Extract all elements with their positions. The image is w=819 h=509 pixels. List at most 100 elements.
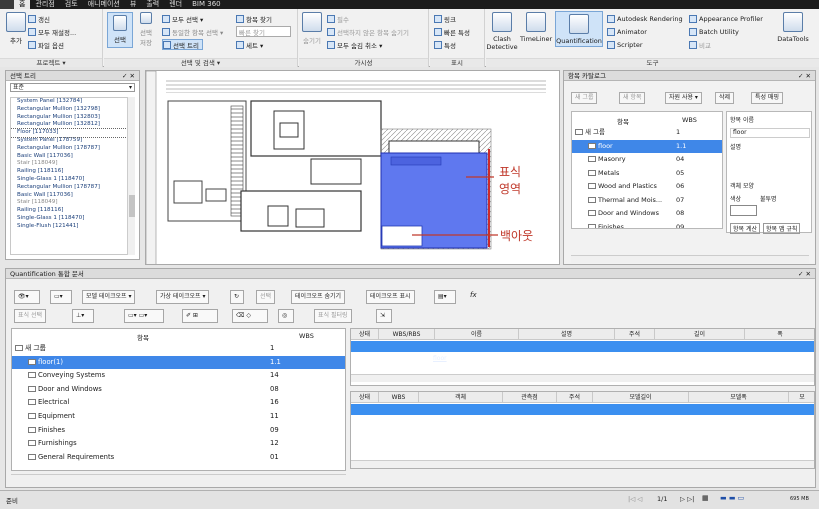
quant-row[interactable]: 새 그룹 1 [12, 342, 345, 356]
column-header[interactable]: 이름 [435, 329, 519, 340]
tree-item[interactable]: Rectangular Mullion [132812] [11, 121, 127, 129]
catalog-row[interactable]: floor 1.1 [572, 139, 722, 153]
item-name-input[interactable]: floor [730, 128, 810, 138]
takeoff-detail-table[interactable]: 상태 WBS 객체 관측점 주석 모델길이 모델폭 모 1.1.1 (이름 없음) ◘ [350, 391, 815, 469]
markup-line-button[interactable]: ⊥▾ [72, 309, 94, 323]
catalog-row[interactable]: Wood and Plastics 06 [572, 180, 722, 194]
panel-close-icon[interactable]: ✓ ✕ [798, 71, 811, 81]
takeoff-summary-table[interactable]: 상태 WBS/RBS 이름 설명 주석 길이 폭 1.1 floor 0.000 m 0.0… [350, 328, 815, 386]
use-resources-button[interactable]: 자원 사용 ▾ [665, 92, 702, 104]
tree-item[interactable]: Railing [118116] [11, 207, 127, 215]
show-takeoff-button[interactable]: 테이크오프 표시 [366, 290, 415, 304]
column-header[interactable]: WBS/RBS [379, 329, 435, 340]
catalog-tree[interactable]: 항목 WBS 새 그룹 1 floor 1.1 Masonry 04 Metals 05 Woo… [571, 111, 723, 229]
required-button[interactable]: 필수 [327, 13, 349, 24]
scripter-button[interactable]: Scripter [607, 39, 643, 50]
view-dropdown[interactable]: ▭▾ [50, 290, 72, 304]
color-swatch[interactable] [730, 205, 757, 216]
tab-review[interactable]: 검토 [60, 0, 83, 9]
column-header[interactable]: WBS [379, 392, 419, 403]
project-group-label[interactable]: 프로젝트 ▾ [0, 58, 102, 67]
refresh-takeoff-button[interactable]: ↻ [230, 290, 244, 304]
compare-button[interactable]: 비교 [689, 39, 711, 50]
tree-item[interactable]: Stair [118049] [11, 199, 127, 207]
column-header[interactable]: 주석 [557, 392, 593, 403]
markup-area-button[interactable]: ▭▾ ▭▾ [124, 309, 164, 323]
scrollbar-thumb[interactable] [129, 195, 135, 217]
tree-item[interactable]: Rectangular Mullion [132798] [11, 106, 127, 114]
row-name-link[interactable]: floor [433, 353, 447, 364]
tab-render[interactable]: 렌더 [164, 0, 187, 9]
tree-item[interactable]: System Panel [132784] [11, 98, 127, 106]
markup-tools-button[interactable]: ✐ ⊞ [182, 309, 218, 323]
column-header[interactable]: 모델길이 [593, 392, 689, 403]
quant-item-tree[interactable]: 항목 WBS 새 그룹 1 floor(1) 1.1 Conveying Systems… [11, 328, 346, 471]
column-header[interactable]: 상태 [351, 329, 379, 340]
backout-button[interactable]: ◎ [278, 309, 294, 323]
tree-item[interactable]: Rectangular Mullion [132803] [11, 114, 127, 122]
column-header[interactable]: 모 [789, 392, 814, 403]
column-header[interactable]: 객체 [419, 392, 503, 403]
catalog-hscrollbar[interactable] [571, 255, 809, 263]
mark-filter-button[interactable]: 표식 필터링 [314, 309, 352, 323]
new-group-button[interactable]: 새 그룹 [571, 92, 598, 104]
quick-properties-button[interactable]: 빠른 특성 [434, 26, 470, 37]
quant-row[interactable]: Furnishings 12 [12, 437, 345, 451]
quant-row[interactable]: Conveying Systems 14 [12, 369, 345, 383]
tab-view[interactable]: 뷰 [125, 0, 141, 9]
select-button[interactable]: 선택 [107, 12, 133, 48]
refresh-button[interactable]: 갱신 [28, 13, 50, 24]
mark-select-button[interactable]: 표식 선택 [14, 309, 46, 323]
grid-icon[interactable]: ▦ [702, 494, 709, 502]
selection-tree-scrollbar[interactable] [127, 97, 135, 255]
quant-row[interactable]: Equipment 11 [12, 410, 345, 424]
selection-tree-list[interactable]: System Panel [132784] Rectangular Mullion… [10, 97, 128, 255]
properties-button[interactable]: 특성 [434, 39, 456, 50]
tree-item[interactable]: Single-Flush [121441] [11, 223, 127, 231]
quantification-button[interactable]: Quantification [555, 11, 603, 47]
links-button[interactable]: 링크 [434, 13, 456, 24]
find-items-button[interactable]: 항목 찾기 [236, 13, 272, 24]
batch-utility-button[interactable]: Batch Utility [689, 26, 739, 37]
tab-home[interactable]: 홈 [14, 0, 31, 9]
add-button[interactable]: 추가 [5, 12, 27, 45]
catalog-row[interactable]: Door and Windows 08 [572, 207, 722, 221]
virtual-takeoff-button[interactable]: 가상 테이크오프 ▾ [156, 290, 210, 304]
column-header[interactable]: 모델폭 [689, 392, 789, 403]
file-options-button[interactable]: 파일 옵션 [28, 39, 64, 50]
table-row[interactable]: 1.1.1 (이름 없음) ◘ [351, 404, 814, 425]
floor-plan-drawing[interactable] [146, 71, 560, 265]
tab-item-map-rules[interactable]: 항목 맵 규칙 [763, 223, 801, 234]
quick-find-input[interactable]: 빠른 찾기 [236, 26, 291, 37]
quant-row[interactable]: Door and Windows 08 [12, 383, 345, 397]
page-nav-next[interactable]: ▷ ▷| [680, 495, 694, 503]
quant-row[interactable]: Finishes 09 [12, 424, 345, 438]
select-group-label[interactable]: 선택 및 검색 ▾ [104, 58, 297, 67]
autodesk-rendering-button[interactable]: Autodesk Rendering [607, 13, 683, 24]
table1-hscrollbar[interactable] [351, 374, 814, 382]
quant-row[interactable]: floor(1) 1.1 [12, 355, 345, 370]
model-takeoff-button[interactable]: 모델 테이크오프 ▾ [82, 290, 136, 304]
panel-close-icon[interactable]: ✓ ✕ [798, 269, 811, 279]
appearance-profiler-button[interactable]: Appearance Profiler [689, 13, 763, 24]
table-row[interactable]: 1.1 floor 0.000 m 0.00 [351, 341, 814, 362]
catalog-row[interactable]: Metals 05 [572, 167, 722, 181]
column-header[interactable]: 설명 [519, 329, 615, 340]
catalog-row[interactable]: 새 그룹 1 [572, 126, 722, 140]
new-item-button[interactable]: 새 항목 [619, 92, 646, 104]
column-header[interactable]: 길이 [655, 329, 745, 340]
tree-item[interactable]: Single-Glass 1 [118470] [11, 215, 127, 223]
select-same-button[interactable]: 동일한 항목 선택 ▾ [162, 26, 223, 37]
selection-tree-button[interactable]: 선택 트리 [162, 39, 203, 50]
takeoff-options-button[interactable]: ▤▾ [434, 290, 456, 304]
catalog-row[interactable]: Masonry 04 [572, 153, 722, 167]
tab-animation[interactable]: 애니메이션 [83, 0, 125, 9]
table2-hscrollbar[interactable] [351, 460, 814, 468]
tree-item[interactable]: System Panel [178759] [11, 137, 127, 145]
quant-row[interactable]: General Requirements 01 [12, 451, 345, 465]
reset-all-button[interactable]: 모두 재설정... [28, 26, 76, 37]
tree-item[interactable]: Basic Wall [117036] [11, 192, 127, 200]
filter-options-button[interactable]: ⇲ [376, 309, 392, 323]
clash-detective-button[interactable]: Clash Detective [486, 12, 518, 51]
select-all-button[interactable]: 모두 선택 ▾ [162, 13, 203, 24]
